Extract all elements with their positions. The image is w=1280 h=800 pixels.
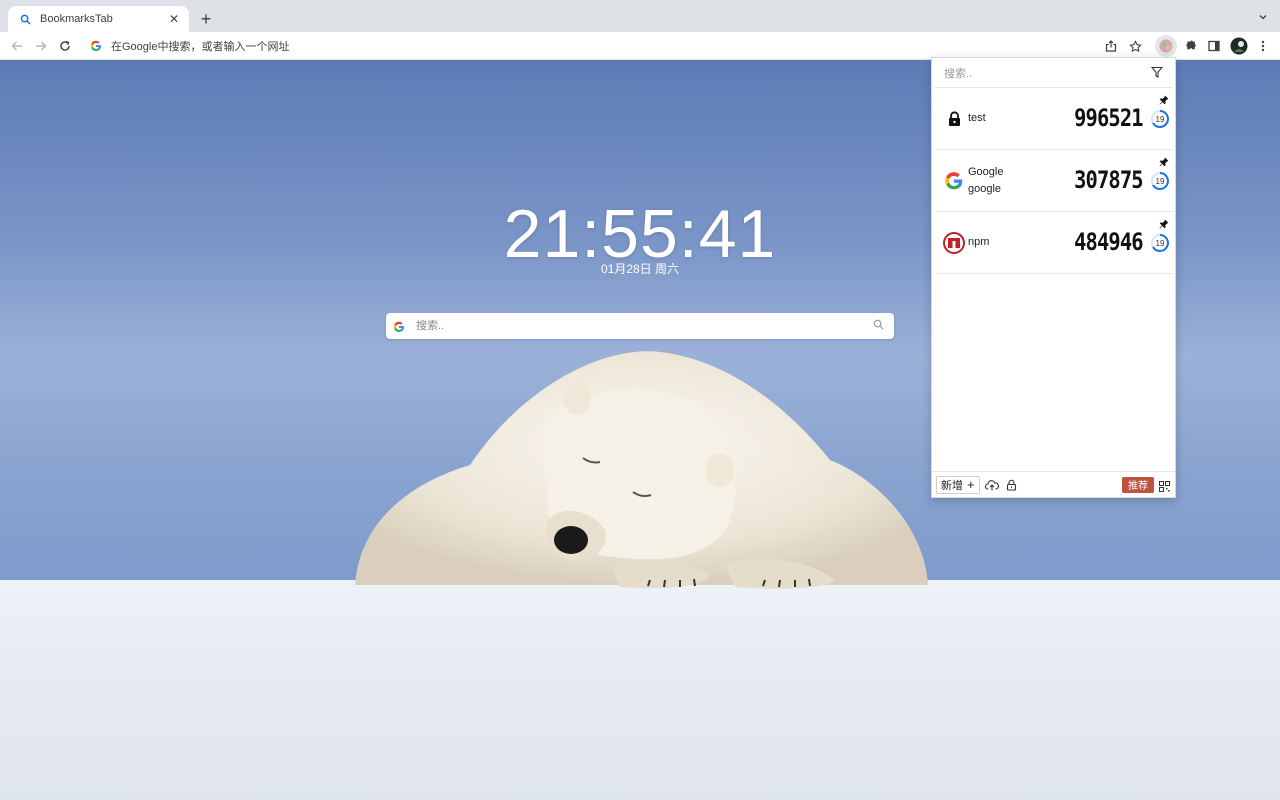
side-panel-icon[interactable] (1205, 37, 1223, 55)
menu-kebab-icon[interactable] (1254, 37, 1272, 55)
plus-icon: + (967, 477, 975, 492)
pin-icon[interactable] (1159, 216, 1169, 229)
account-username: google (968, 183, 1002, 195)
filter-icon[interactable] (1150, 65, 1164, 83)
account-entry-test[interactable]: test 996521 19 (936, 88, 1173, 150)
otp-code[interactable]: 996521 (1074, 104, 1143, 132)
countdown-ring-icon: 19 (1151, 234, 1169, 252)
npm-icon (942, 231, 966, 255)
countdown-seconds: 19 (1156, 115, 1165, 124)
back-arrow-icon[interactable] (8, 37, 26, 55)
address-bar-placeholder: 在Google中搜索，或者输入一个网址 (111, 41, 290, 53)
countdown-ring-icon: 19 (1151, 172, 1169, 190)
search-icon[interactable] (873, 317, 884, 335)
recommend-button[interactable]: 推荐 (1122, 476, 1154, 493)
otp-code[interactable]: 484946 (1074, 228, 1143, 256)
popup-search-input[interactable] (944, 67, 1151, 80)
google-icon (942, 169, 966, 193)
share-icon[interactable] (1102, 37, 1120, 55)
pin-icon[interactable] (1159, 154, 1169, 167)
newtab-search-input[interactable] (416, 320, 873, 332)
tab-bookmarkstab[interactable]: BookmarksTab ✕ (8, 6, 189, 32)
popup-footer: 新增 + 推荐 (932, 471, 1175, 497)
account-entry-npm[interactable]: npm 484946 19 (936, 212, 1173, 274)
extension-authenticator-icon[interactable] (1155, 35, 1177, 57)
new-tab-button[interactable]: + (196, 9, 216, 29)
google-g-icon (90, 39, 104, 53)
account-name: Google (968, 166, 1004, 178)
account-name: test (968, 112, 986, 124)
address-bar[interactable]: 在Google中搜索，或者输入一个网址 (82, 35, 1150, 57)
pin-icon[interactable] (1159, 92, 1169, 105)
search-favicon-icon (18, 12, 32, 26)
bookmark-star-icon[interactable] (1126, 37, 1144, 55)
chevron-down-icon[interactable] (1256, 10, 1270, 24)
countdown-seconds: 19 (1156, 177, 1165, 186)
reload-icon[interactable] (56, 37, 74, 55)
lock-icon (942, 107, 966, 131)
add-account-button[interactable]: 新增 + (936, 475, 980, 494)
add-label: 新增 (941, 479, 963, 492)
tab-close-icon[interactable]: ✕ (167, 12, 181, 26)
popup-search-bar[interactable] (934, 60, 1173, 88)
account-entry-google[interactable]: Google google 307875 19 (936, 150, 1173, 212)
authenticator-popup: test 996521 19 Google google 307875 (931, 57, 1176, 498)
account-name: npm (968, 236, 990, 248)
newtab-search-bar[interactable] (386, 313, 894, 339)
countdown-seconds: 19 (1156, 239, 1165, 248)
cloud-upload-icon[interactable] (984, 477, 1000, 493)
profile-avatar-icon[interactable] (1230, 37, 1248, 55)
qr-code-icon[interactable] (1159, 479, 1171, 492)
tab-title: BookmarksTab (40, 13, 113, 25)
countdown-ring-icon: 19 (1151, 110, 1169, 128)
tab-strip: BookmarksTab ✕ + (0, 0, 1280, 32)
lock-outline-icon[interactable] (1004, 477, 1020, 493)
browser-toolbar: 在Google中搜索，或者输入一个网址 (0, 32, 1280, 60)
forward-arrow-icon[interactable] (32, 37, 50, 55)
google-g-icon (393, 320, 406, 333)
extensions-puzzle-icon[interactable] (1181, 37, 1199, 55)
otp-code[interactable]: 307875 (1074, 166, 1143, 194)
account-list: test 996521 19 Google google 307875 19 n… (936, 88, 1173, 274)
